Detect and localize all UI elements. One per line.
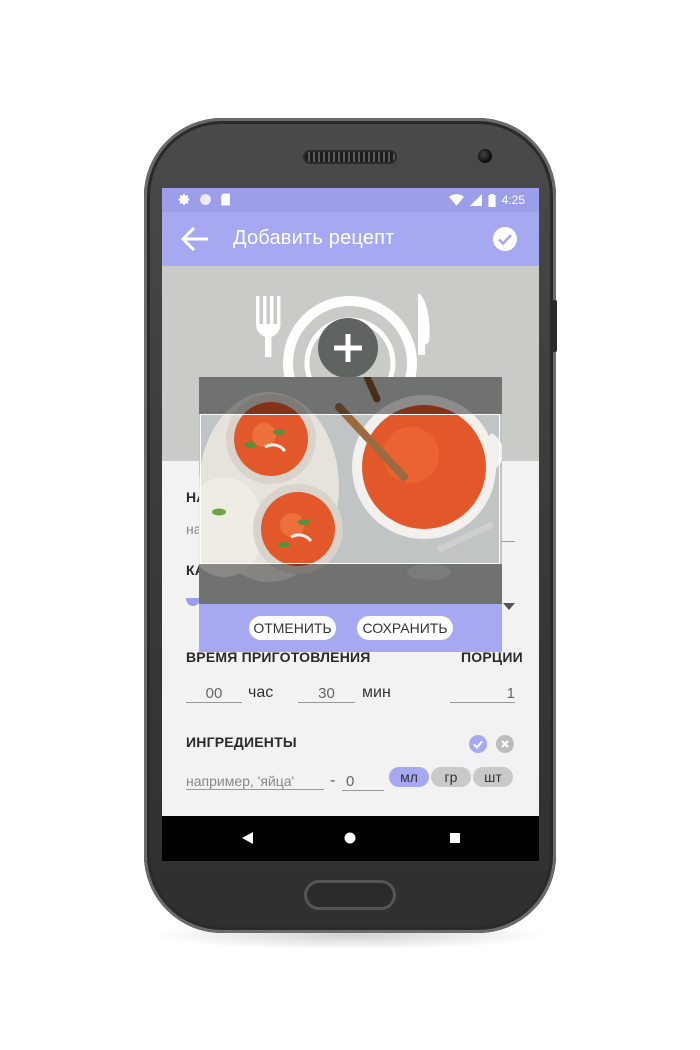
quantity-input[interactable]: 0 (342, 773, 384, 791)
status-time: 4:25 (501, 193, 525, 207)
page-title: Добавить рецепт (233, 227, 395, 249)
settings-icon (178, 194, 190, 205)
dropdown-arrow-icon[interactable] (503, 603, 515, 610)
clear-ingredient-button[interactable] (496, 735, 514, 753)
earpiece-speaker (305, 152, 395, 162)
save-button[interactable]: СОХРАНИТЬ (357, 616, 453, 640)
save-recipe-button[interactable] (493, 227, 517, 251)
crop-action-bar: ОТМЕНИТЬ СОХРАНИТЬ (199, 604, 502, 652)
sd-card-icon (221, 193, 230, 206)
image-crop-dialog: ОТМЕНИТЬ СОХРАНИТЬ (199, 377, 502, 652)
crop-shade-bottom (199, 564, 502, 604)
volume-button (552, 300, 557, 352)
check-icon (473, 740, 483, 749)
category-icon (186, 598, 200, 606)
app-bar: Добавить рецепт (162, 212, 539, 266)
confirm-ingredient-button[interactable] (469, 735, 487, 753)
hours-input[interactable]: 00 (186, 685, 242, 703)
unit-chip-ml[interactable]: мл (389, 767, 429, 787)
phone-screen: 4:25 Добавить рецепт НА на КА ВРЕМЯ ПРИГ… (162, 188, 539, 861)
navigation-bar (162, 816, 539, 861)
crop-shade-top (199, 377, 502, 414)
close-icon (501, 740, 509, 748)
front-camera (478, 149, 492, 163)
home-button[interactable] (304, 880, 396, 910)
ingredients-label: ИНГРЕДИЕНТЫ (186, 734, 297, 750)
nav-recents-icon[interactable] (450, 833, 460, 843)
ingredient-input[interactable]: например, 'яйца' (186, 773, 324, 790)
soup-photo[interactable] (199, 377, 502, 604)
add-photo-button[interactable] (318, 318, 378, 378)
unit-chip-sht[interactable]: шт (473, 767, 513, 787)
crop-frame[interactable] (200, 414, 500, 564)
plus-icon (334, 334, 362, 362)
check-icon (498, 234, 512, 246)
cancel-button[interactable]: ОТМЕНИТЬ (249, 616, 336, 640)
nav-home-icon[interactable] (344, 832, 356, 844)
hours-unit: час (248, 684, 274, 701)
portions-input[interactable]: 1 (450, 685, 515, 703)
unit-chip-gr[interactable]: гр (431, 767, 471, 787)
status-bar: 4:25 (162, 188, 539, 212)
circle-notification-icon (200, 194, 211, 205)
ingredient-dash: - (330, 772, 336, 789)
back-arrow-icon[interactable] (180, 225, 210, 253)
minutes-input[interactable]: 30 (298, 685, 355, 703)
signal-icon (469, 194, 482, 206)
wifi-icon (448, 194, 464, 206)
name-input-underline (502, 541, 515, 542)
minutes-unit: мин (362, 684, 391, 701)
battery-icon (488, 193, 496, 207)
nav-back-icon[interactable] (242, 832, 253, 844)
